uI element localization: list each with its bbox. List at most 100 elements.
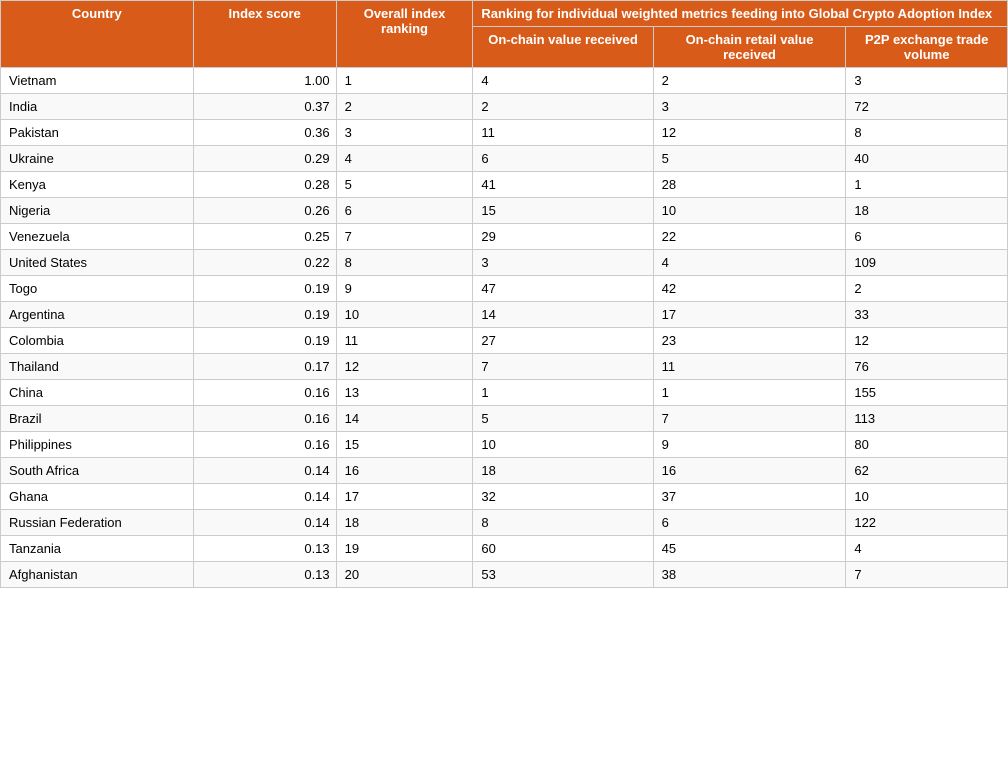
cell-p2p-volume: 2 [846,276,1008,302]
cell-overall-ranking: 16 [336,458,473,484]
cell-index-score: 0.28 [193,172,336,198]
table-row: Brazil0.161457113 [1,406,1008,432]
cell-p2p-volume: 80 [846,432,1008,458]
table-row: Togo0.19947422 [1,276,1008,302]
table-row: Vietnam1.001423 [1,68,1008,94]
cell-index-score: 0.16 [193,380,336,406]
cell-p2p-volume: 62 [846,458,1008,484]
table-row: Tanzania0.131960454 [1,536,1008,562]
cell-country: South Africa [1,458,194,484]
col-header-overall: Overall index ranking [336,1,473,68]
cell-overall-ranking: 10 [336,302,473,328]
table-row: Pakistan0.36311128 [1,120,1008,146]
cell-country: India [1,94,194,120]
cell-index-score: 0.13 [193,562,336,588]
cell-index-score: 0.29 [193,146,336,172]
cell-country: United States [1,250,194,276]
cell-index-score: 0.14 [193,458,336,484]
cell-overall-ranking: 2 [336,94,473,120]
cell-index-score: 0.37 [193,94,336,120]
cell-index-score: 0.19 [193,302,336,328]
cell-overall-ranking: 3 [336,120,473,146]
col-header-index: Index score [193,1,336,68]
cell-overall-ranking: 19 [336,536,473,562]
cell-p2p-volume: 76 [846,354,1008,380]
cell-index-score: 0.16 [193,406,336,432]
cell-index-score: 0.22 [193,250,336,276]
cell-onchain-value: 47 [473,276,653,302]
cell-onchain-value: 60 [473,536,653,562]
cell-onchain-retail: 10 [653,198,846,224]
table-row: Russian Federation0.141886122 [1,510,1008,536]
cell-index-score: 0.14 [193,484,336,510]
cell-onchain-value: 6 [473,146,653,172]
table-row: Kenya0.28541281 [1,172,1008,198]
cell-onchain-retail: 38 [653,562,846,588]
cell-p2p-volume: 113 [846,406,1008,432]
cell-p2p-volume: 122 [846,510,1008,536]
table-row: Philippines0.161510980 [1,432,1008,458]
cell-index-score: 0.14 [193,510,336,536]
cell-onchain-retail: 28 [653,172,846,198]
cell-p2p-volume: 33 [846,302,1008,328]
cell-onchain-value: 5 [473,406,653,432]
table-row: Ghana0.1417323710 [1,484,1008,510]
cell-overall-ranking: 12 [336,354,473,380]
cell-overall-ranking: 11 [336,328,473,354]
cell-index-score: 0.19 [193,276,336,302]
table-row: Afghanistan0.132053387 [1,562,1008,588]
cell-onchain-retail: 42 [653,276,846,302]
cell-overall-ranking: 15 [336,432,473,458]
cell-country: Tanzania [1,536,194,562]
table-row: Colombia0.1911272312 [1,328,1008,354]
cell-index-score: 0.25 [193,224,336,250]
cell-country: Nigeria [1,198,194,224]
cell-onchain-value: 14 [473,302,653,328]
cell-onchain-value: 4 [473,68,653,94]
cell-index-score: 0.17 [193,354,336,380]
cell-onchain-value: 3 [473,250,653,276]
table-row: Thailand0.171271176 [1,354,1008,380]
cell-onchain-value: 1 [473,380,653,406]
cell-overall-ranking: 8 [336,250,473,276]
cell-overall-ranking: 5 [336,172,473,198]
cell-onchain-value: 29 [473,224,653,250]
cell-overall-ranking: 18 [336,510,473,536]
cell-onchain-retail: 1 [653,380,846,406]
col-header-onchain-retail: On-chain retail value received [653,27,846,68]
table-row: Ukraine0.2946540 [1,146,1008,172]
cell-overall-ranking: 9 [336,276,473,302]
cell-overall-ranking: 14 [336,406,473,432]
cell-p2p-volume: 1 [846,172,1008,198]
cell-onchain-retail: 2 [653,68,846,94]
cell-overall-ranking: 20 [336,562,473,588]
cell-p2p-volume: 109 [846,250,1008,276]
col-header-p2p: P2P exchange trade volume [846,27,1008,68]
cell-onchain-retail: 7 [653,406,846,432]
cell-country: Argentina [1,302,194,328]
cell-p2p-volume: 8 [846,120,1008,146]
cell-index-score: 0.19 [193,328,336,354]
cell-country: Russian Federation [1,510,194,536]
cell-onchain-retail: 9 [653,432,846,458]
cell-p2p-volume: 40 [846,146,1008,172]
cell-p2p-volume: 7 [846,562,1008,588]
cell-overall-ranking: 13 [336,380,473,406]
table-row: Venezuela0.25729226 [1,224,1008,250]
cell-onchain-retail: 12 [653,120,846,146]
table-row: Argentina0.1910141733 [1,302,1008,328]
cell-onchain-value: 18 [473,458,653,484]
table-row: South Africa0.1416181662 [1,458,1008,484]
cell-onchain-retail: 16 [653,458,846,484]
cell-onchain-value: 10 [473,432,653,458]
col-header-country: Country [1,1,194,68]
cell-index-score: 0.36 [193,120,336,146]
cell-country: Philippines [1,432,194,458]
cell-onchain-retail: 5 [653,146,846,172]
cell-index-score: 0.16 [193,432,336,458]
cell-country: Colombia [1,328,194,354]
cell-index-score: 1.00 [193,68,336,94]
cell-onchain-value: 8 [473,510,653,536]
cell-onchain-value: 27 [473,328,653,354]
cell-onchain-retail: 6 [653,510,846,536]
